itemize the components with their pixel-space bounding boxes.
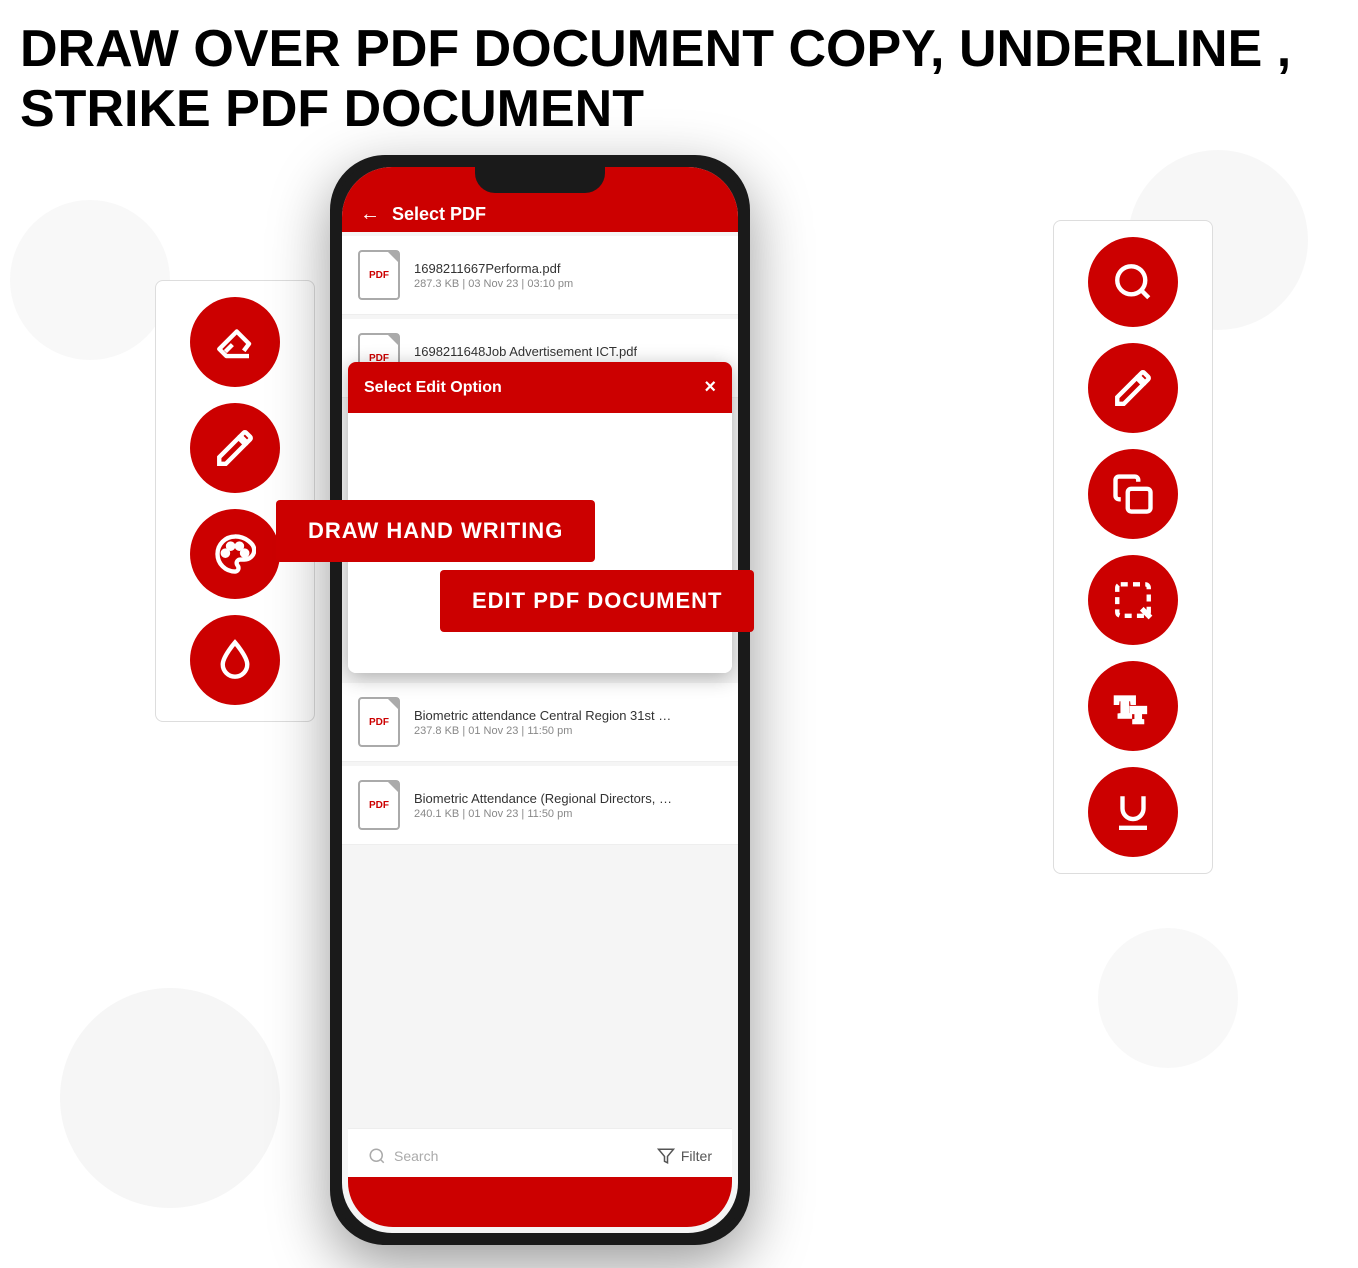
marquee-select-icon[interactable] — [1088, 555, 1178, 645]
search-area[interactable]: Search — [368, 1147, 657, 1165]
list-item[interactable]: PDF Biometric Attendance (Regional Direc… — [342, 766, 738, 845]
water-drop-icon[interactable] — [190, 615, 280, 705]
search-right-icon[interactable] — [1088, 237, 1178, 327]
search-icon — [368, 1147, 386, 1165]
pdf-filename: Biometric Attendance (Regional Directors… — [414, 791, 674, 806]
palette-icon[interactable] — [190, 509, 280, 599]
dialog-close-button[interactable]: × — [704, 376, 716, 399]
page-title: DRAW OVER PDF DOCUMENT COPY, UNDERLINE ,… — [20, 20, 1358, 140]
eraser-icon[interactable] — [190, 297, 280, 387]
pdf-meta: 240.1 KB | 01 Nov 23 | 11:50 pm — [414, 808, 674, 820]
back-arrow-icon[interactable]: ← — [360, 203, 380, 226]
svg-text:T: T — [1131, 703, 1145, 727]
bottom-search-bar: Search Filter — [348, 1128, 732, 1183]
app-header-title: Select PDF — [392, 204, 486, 225]
pencil-left-icon[interactable] — [190, 403, 280, 493]
pdf-filename: 1698211648Job Advertisement ICT.pdf — [414, 344, 637, 359]
search-placeholder: Search — [394, 1148, 438, 1164]
phone-notch — [475, 161, 605, 193]
pdf-file-icon: PDF — [358, 250, 400, 300]
edit-pdf-button[interactable]: EDIT PDF DOCUMENT — [440, 570, 754, 632]
phone-bottom-bar — [348, 1177, 732, 1227]
dialog-header: Select Edit Option × — [348, 362, 732, 413]
draw-handwriting-button[interactable]: DRAW HAND WRITING — [276, 500, 595, 562]
list-item[interactable]: PDF Biometric attendance Central Region … — [342, 683, 738, 762]
dialog-title: Select Edit Option — [364, 379, 502, 397]
list-item[interactable]: PDF 1698211667Performa.pdf 287.3 KB | 03… — [342, 236, 738, 315]
pdf-file-icon: PDF — [358, 780, 400, 830]
phone-mockup: ← Select PDF PDF 1698211667Performa.pdf … — [330, 155, 750, 1245]
text-format-icon[interactable]: T T — [1088, 661, 1178, 751]
filter-icon — [657, 1147, 675, 1165]
right-toolbar: T T — [1053, 220, 1213, 874]
copy-icon[interactable] — [1088, 449, 1178, 539]
pdf-filename: 1698211667Performa.pdf — [414, 261, 573, 276]
pdf-meta: 287.3 KB | 03 Nov 23 | 03:10 pm — [414, 278, 573, 290]
pdf-filename: Biometric attendance Central Region 31st… — [414, 708, 674, 723]
filter-label: Filter — [681, 1148, 712, 1164]
pdf-meta: 237.8 KB | 01 Nov 23 | 11:50 pm — [414, 725, 674, 737]
pdf-file-icon: PDF — [358, 697, 400, 747]
filter-area[interactable]: Filter — [657, 1147, 712, 1165]
underline-icon[interactable] — [1088, 767, 1178, 857]
pencil-right-icon[interactable] — [1088, 343, 1178, 433]
